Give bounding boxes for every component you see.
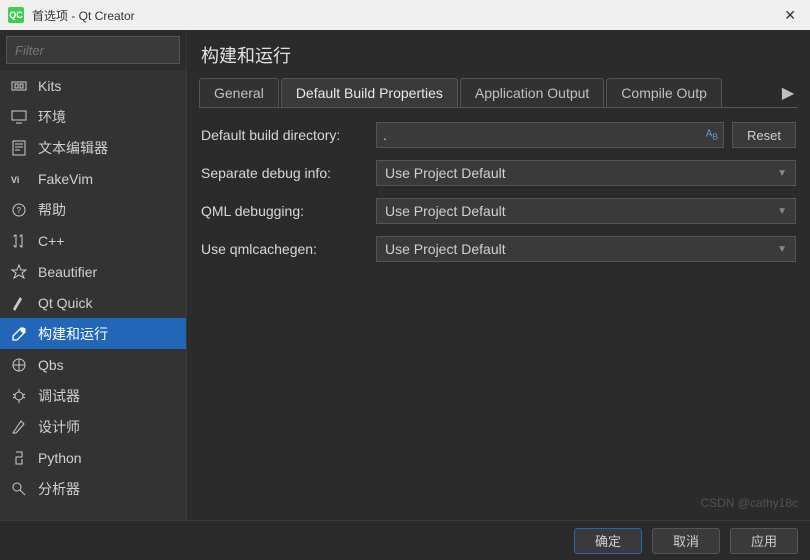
sidebar-list: Kits 环境文本编辑器 Vi FakeVim? 帮助 C++ Beautifier Qt Q… (0, 70, 186, 520)
sidebar-item-label: Qt Quick (38, 295, 92, 311)
row-qmlcache: Use qmlcachegen: Use Project Default ▼ (201, 236, 796, 262)
select-qml-debug-value: Use Project Default (385, 203, 506, 219)
sidebar-item-text-editor[interactable]: 文本编辑器 (0, 132, 186, 163)
build-icon (10, 325, 28, 343)
python-icon (10, 449, 28, 467)
sidebar-item-label: 分析器 (38, 479, 80, 499)
row-qml-debug: QML debugging: Use Project Default ▼ (201, 198, 796, 224)
sidebar-item-fakevim[interactable]: Vi FakeVim (0, 163, 186, 194)
chevron-down-icon: ▼ (777, 206, 787, 217)
select-qml-debug[interactable]: Use Project Default ▼ (376, 198, 796, 224)
tab-default-build-properties[interactable]: Default Build Properties (281, 78, 458, 107)
qtquick-icon (10, 294, 28, 312)
label-build-dir: Default build directory: (201, 127, 376, 143)
footer: 确定 取消 应用 (0, 520, 810, 560)
tab-compile-output[interactable]: Compile Outp (606, 78, 722, 107)
sidebar-item-qtquick[interactable]: Qt Quick (0, 287, 186, 318)
titlebar: QC 首选项 - Qt Creator ✕ (0, 0, 810, 30)
sidebar-item-label: 构建和运行 (38, 324, 108, 344)
chevron-down-icon: ▼ (777, 244, 787, 255)
sidebar-item-label: Python (38, 450, 82, 466)
sidebar-item-label: 环境 (38, 107, 66, 127)
beautifier-icon (10, 263, 28, 281)
sidebar-item-cpp[interactable]: C++ (0, 225, 186, 256)
sidebar-item-label: FakeVim (38, 171, 93, 187)
sidebar-item-monitor[interactable]: 环境 (0, 101, 186, 132)
qtcreator-logo-icon: QC (8, 7, 24, 23)
text-editor-icon (10, 139, 28, 157)
designer-icon (10, 418, 28, 436)
reset-button[interactable]: Reset (732, 122, 796, 148)
row-build-dir: Default build directory: AB Reset (201, 122, 796, 148)
sidebar-item-build[interactable]: 构建和运行 (0, 318, 186, 349)
select-sep-debug[interactable]: Use Project Default ▼ (376, 160, 796, 186)
fakevim-icon: Vi (10, 170, 28, 188)
input-build-dir[interactable] (376, 122, 724, 148)
tab-application-output[interactable]: Application Output (460, 78, 604, 107)
sidebar-item-label: C++ (38, 233, 64, 249)
svg-text:?: ? (17, 206, 22, 215)
label-sep-debug: Separate debug info: (201, 165, 376, 181)
kits-icon (10, 77, 28, 95)
label-qml-debug: QML debugging: (201, 203, 376, 219)
close-icon[interactable]: ✕ (778, 7, 802, 24)
select-qmlcache[interactable]: Use Project Default ▼ (376, 236, 796, 262)
tab-scroll-right-icon[interactable]: ▶ (778, 78, 798, 107)
sidebar-item-debugger[interactable]: 调试器 (0, 380, 186, 411)
filter-input[interactable] (7, 37, 179, 63)
sidebar-item-analyzer[interactable]: 分析器 (0, 473, 186, 504)
sidebar-item-qbs[interactable]: Qbs (0, 349, 186, 380)
sidebar-item-label: 帮助 (38, 200, 66, 220)
sidebar-item-label: 调试器 (38, 386, 80, 406)
sidebar-item-beautifier[interactable]: Beautifier (0, 256, 186, 287)
chevron-down-icon: ▼ (777, 168, 787, 179)
qbs-icon (10, 356, 28, 374)
apply-button[interactable]: 应用 (730, 528, 798, 554)
sidebar-item-label: 设计师 (38, 417, 80, 437)
cancel-button[interactable]: 取消 (652, 528, 720, 554)
label-qmlcache: Use qmlcachegen: (201, 241, 376, 257)
sidebar-item-python[interactable]: Python (0, 442, 186, 473)
tab-general[interactable]: General (199, 78, 279, 107)
form-area: Default build directory: AB Reset Separa… (199, 108, 798, 288)
row-sep-debug: Separate debug info: Use Project Default… (201, 160, 796, 186)
sidebar-item-designer[interactable]: 设计师 (0, 411, 186, 442)
main-panel: 构建和运行 General Default Build Properties A… (187, 30, 810, 520)
window-title: 首选项 - Qt Creator (32, 7, 778, 24)
monitor-icon (10, 108, 28, 126)
sidebar-item-label: Kits (38, 78, 61, 94)
ok-button[interactable]: 确定 (574, 528, 642, 554)
svg-text:Vi: Vi (11, 175, 19, 185)
sidebar-item-label: Beautifier (38, 264, 97, 280)
sidebar-item-label: 文本编辑器 (38, 138, 108, 158)
help-icon: ? (10, 201, 28, 219)
debugger-icon (10, 387, 28, 405)
sidebar-item-label: Qbs (38, 357, 64, 373)
sidebar-item-help[interactable]: ? 帮助 (0, 194, 186, 225)
sidebar-item-kits[interactable]: Kits (0, 70, 186, 101)
panel-title: 构建和运行 (201, 42, 798, 68)
sidebar: Kits 环境文本编辑器 Vi FakeVim? 帮助 C++ Beautifier Qt Q… (0, 30, 187, 520)
tabbar: General Default Build Properties Applica… (199, 78, 798, 108)
filter-box (6, 36, 180, 64)
analyzer-icon (10, 480, 28, 498)
select-sep-debug-value: Use Project Default (385, 165, 506, 181)
cpp-icon (10, 232, 28, 250)
select-qmlcache-value: Use Project Default (385, 241, 506, 257)
